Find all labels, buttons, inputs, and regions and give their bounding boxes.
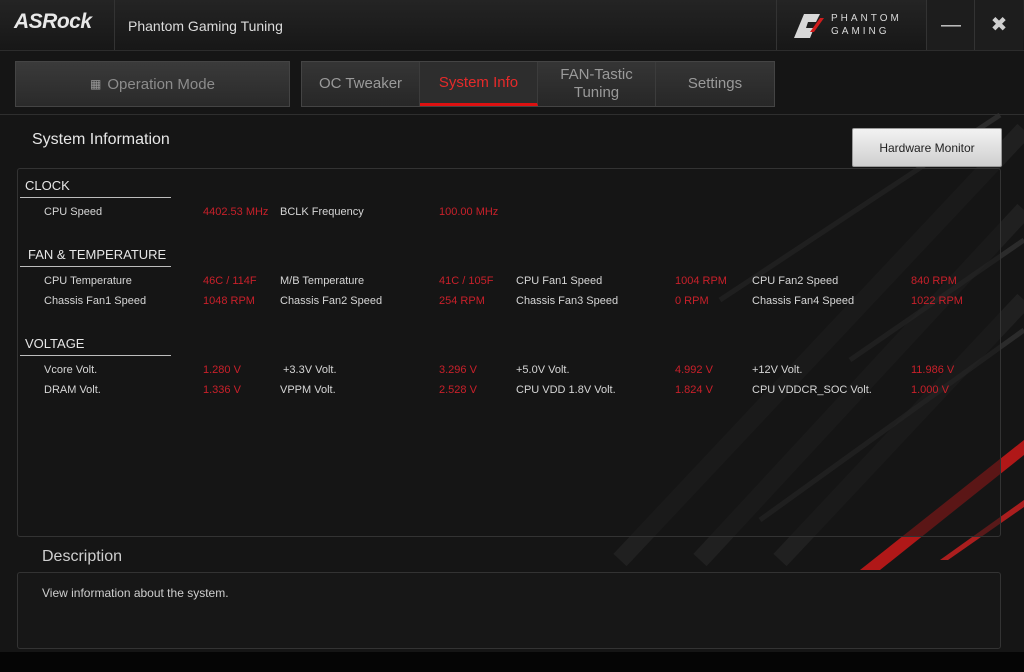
cpu-vddcr-soc-volt-value: 1.000 V bbox=[911, 384, 949, 396]
chassis-fan1-speed-label: Chassis Fan1 Speed bbox=[44, 295, 147, 307]
close-button[interactable]: ✖ bbox=[974, 0, 1023, 50]
system-info-panel bbox=[17, 168, 1001, 537]
minimize-icon: — bbox=[941, 14, 961, 36]
v12-volt-label: +12V Volt. bbox=[752, 364, 803, 376]
cpu-fan2-speed-label: CPU Fan2 Speed bbox=[752, 275, 839, 287]
vcore-volt-value: 1.280 V bbox=[203, 364, 241, 376]
cpu-fan1-speed-value: 1004 RPM bbox=[675, 275, 727, 287]
phantom-gaming-text: PHANTOM GAMING bbox=[831, 12, 902, 38]
cpu-speed-value: 4402.53 MHz bbox=[203, 206, 269, 218]
clock-divider bbox=[20, 197, 171, 198]
cpu-vddcr-soc-volt-label: CPU VDDCR_SOC Volt. bbox=[752, 384, 872, 396]
header-divider bbox=[0, 114, 1024, 115]
fan-temperature-heading: FAN & TEMPERATURE bbox=[28, 247, 167, 262]
vcore-volt-label: Vcore Volt. bbox=[44, 364, 98, 376]
app-window: ASRock Phantom Gaming Tuning PHANTOM GAM… bbox=[0, 0, 1024, 672]
chassis-fan4-speed-label: Chassis Fan4 Speed bbox=[752, 295, 855, 307]
v5-volt-label: +5.0V Volt. bbox=[516, 364, 570, 376]
cpu-temperature-value: 46C / 114F bbox=[203, 275, 257, 287]
hardware-monitor-button[interactable]: Hardware Monitor bbox=[852, 128, 1002, 167]
pg-line2: GAMING bbox=[831, 26, 890, 37]
grid-icon: ▦ bbox=[90, 77, 102, 91]
bclk-frequency-value: 100.00 MHz bbox=[439, 206, 499, 218]
description-text: View information about the system. bbox=[42, 586, 229, 600]
dram-volt-value: 1.336 V bbox=[203, 384, 241, 396]
vppm-volt-value: 2.528 V bbox=[439, 384, 477, 396]
title-bar: ASRock Phantom Gaming Tuning PHANTOM GAM… bbox=[0, 0, 1024, 51]
operation-mode-label: Operation Mode bbox=[107, 75, 215, 93]
cpu-vdd-18v-volt-label: CPU VDD 1.8V Volt. bbox=[516, 384, 616, 396]
asrock-logo: ASRock bbox=[14, 10, 92, 33]
description-box bbox=[17, 572, 1001, 649]
chassis-fan3-speed-value: 0 RPM bbox=[675, 295, 709, 307]
bclk-frequency-label: BCLK Frequency bbox=[280, 206, 364, 218]
close-icon: ✖ bbox=[990, 14, 1008, 36]
tab-settings[interactable]: Settings bbox=[656, 62, 774, 106]
fan-temperature-divider bbox=[20, 266, 171, 267]
cpu-fan1-speed-label: CPU Fan1 Speed bbox=[516, 275, 603, 287]
voltage-heading: VOLTAGE bbox=[25, 336, 85, 351]
title-separator bbox=[114, 0, 115, 50]
chassis-fan1-speed-value: 1048 RPM bbox=[203, 295, 255, 307]
tab-system-info[interactable]: System Info bbox=[420, 62, 538, 106]
dram-volt-label: DRAM Volt. bbox=[44, 384, 101, 396]
title-separator bbox=[776, 0, 777, 50]
cpu-temperature-label: CPU Temperature bbox=[44, 275, 132, 287]
clock-heading: CLOCK bbox=[25, 178, 70, 193]
page-title: System Information bbox=[32, 131, 170, 148]
chassis-fan3-speed-label: Chassis Fan3 Speed bbox=[516, 295, 619, 307]
cpu-vdd-18v-volt-value: 1.824 V bbox=[675, 384, 713, 396]
operation-mode-button[interactable]: ▦ Operation Mode bbox=[15, 61, 290, 107]
tab-fan-tastic-tuning[interactable]: FAN-Tastic Tuning bbox=[538, 62, 656, 106]
pg-line1: PHANTOM bbox=[831, 13, 902, 24]
voltage-divider bbox=[20, 355, 171, 356]
chassis-fan2-speed-label: Chassis Fan2 Speed bbox=[280, 295, 383, 307]
v12-volt-value: 11.986 V bbox=[911, 364, 955, 376]
minimize-button[interactable]: — bbox=[926, 0, 975, 50]
description-title: Description bbox=[42, 548, 123, 565]
vppm-volt-label: VPPM Volt. bbox=[280, 384, 336, 396]
app-title: Phantom Gaming Tuning bbox=[128, 18, 283, 34]
v33-volt-label: +3.3V Volt. bbox=[283, 364, 337, 376]
bottom-strip bbox=[0, 652, 1024, 672]
cpu-fan2-speed-value: 840 RPM bbox=[911, 275, 957, 287]
mb-temperature-value: 41C / 105F bbox=[439, 275, 494, 287]
v5-volt-value: 4.992 V bbox=[675, 364, 713, 376]
main-tabs: OC Tweaker System Info FAN-Tastic Tuning… bbox=[301, 61, 775, 107]
chassis-fan2-speed-value: 254 RPM bbox=[439, 295, 485, 307]
v33-volt-value: 3.296 V bbox=[439, 364, 477, 376]
cpu-speed-label: CPU Speed bbox=[44, 206, 103, 218]
chassis-fan4-speed-value: 1022 RPM bbox=[911, 295, 963, 307]
tab-oc-tweaker[interactable]: OC Tweaker bbox=[302, 62, 420, 106]
mb-temperature-label: M/B Temperature bbox=[280, 275, 365, 287]
